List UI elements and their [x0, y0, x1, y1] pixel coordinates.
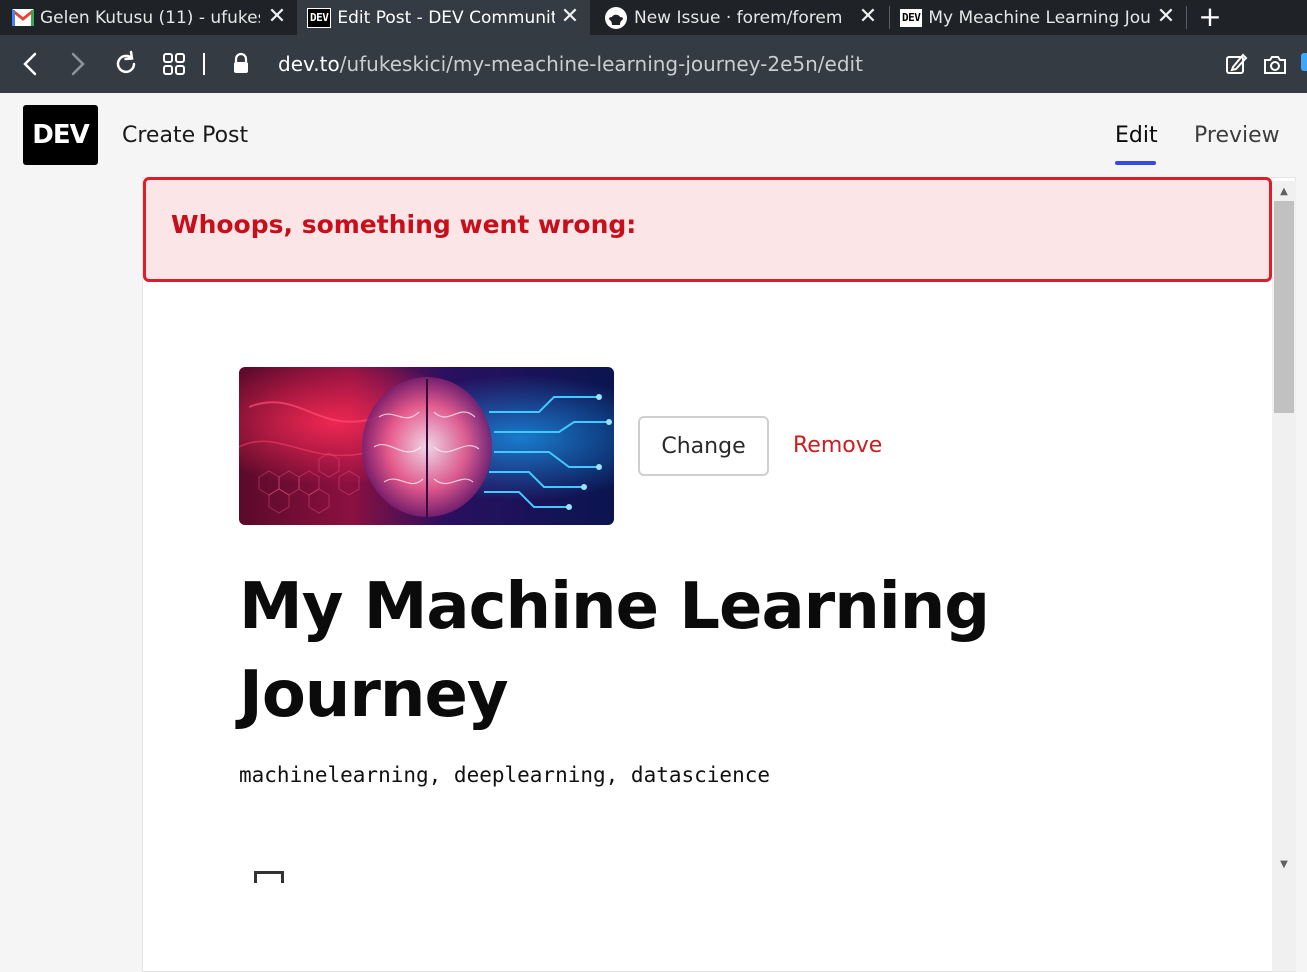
address-bar-url[interactable]: dev.to/ufukeskici/my-meachine-learning-j…	[278, 52, 863, 76]
gmail-icon	[12, 9, 34, 26]
lock-icon[interactable]	[226, 49, 256, 79]
browser-tab-title: My Meachine Learning Journ	[928, 7, 1151, 28]
page-title: Create Post	[122, 123, 249, 148]
active-tab-indicator	[1115, 161, 1156, 165]
dev-logo[interactable]: DEV	[23, 105, 98, 165]
cover-image	[239, 367, 614, 525]
scroll-up-icon[interactable]: ▲	[1274, 185, 1294, 199]
dev-icon: DEV	[307, 7, 332, 28]
reload-icon[interactable]	[111, 49, 141, 79]
tab-edit[interactable]: Edit	[1115, 123, 1158, 148]
browser-tab-title: Edit Post - DEV Community	[337, 7, 556, 28]
tab-separator	[1186, 6, 1187, 29]
error-message: Whoops, something went wrong:	[171, 210, 637, 239]
close-tab-icon[interactable]: ✕	[267, 6, 287, 28]
scroll-down-icon[interactable]: ▼	[1274, 858, 1294, 872]
browser-tab-edit-post[interactable]: DEV Edit Post - DEV Community ✕	[297, 0, 590, 35]
url-host: dev.to	[278, 52, 340, 76]
camera-icon[interactable]	[1260, 49, 1290, 79]
dev-icon: DEV	[900, 8, 923, 27]
editor-toolbar-icon[interactable]	[254, 871, 284, 883]
error-alert: Whoops, something went wrong:	[143, 177, 1272, 282]
extension-icon[interactable]	[1301, 53, 1307, 71]
browser-tab-title: New Issue · forem/forem	[634, 7, 843, 28]
browser-tab-github[interactable]: New Issue · forem/forem ✕	[590, 0, 888, 35]
browser-tab-title: Gelen Kutusu (11) - ufukeski	[40, 7, 260, 28]
edit-page-icon[interactable]	[1221, 49, 1251, 79]
editor-header: DEV Create Post Edit Preview	[0, 93, 1307, 177]
browser-toolbar: dev.to/ufukeskici/my-meachine-learning-j…	[0, 35, 1307, 93]
tab-preview[interactable]: Preview	[1194, 123, 1280, 148]
page-content: DEV Create Post Edit Preview ▲ ▼ Whoops,…	[0, 93, 1307, 972]
browser-tab-gmail[interactable]: Gelen Kutusu (11) - ufukeski ✕	[0, 0, 297, 35]
post-title-input[interactable]: My Machine Learning Journey	[239, 563, 1119, 739]
close-tab-icon[interactable]: ✕	[858, 6, 878, 28]
close-tab-icon[interactable]: ✕	[1156, 6, 1176, 28]
back-icon[interactable]	[16, 49, 46, 79]
github-icon	[604, 6, 628, 30]
toolbar-divider	[203, 53, 205, 75]
browser-tab-my-journey[interactable]: DEV My Meachine Learning Journ ✕	[890, 0, 1186, 35]
new-tab-button[interactable]: +	[1195, 0, 1225, 35]
browser-tab-strip: Gelen Kutusu (11) - ufukeski ✕ DEV Edit …	[0, 0, 1307, 35]
forward-icon[interactable]	[62, 49, 92, 79]
post-tags-input[interactable]: machinelearning, deeplearning, datascien…	[239, 763, 770, 787]
speed-dial-icon[interactable]	[159, 49, 189, 79]
remove-cover-button[interactable]: Remove	[793, 433, 882, 458]
url-path: /ufukeskici/my-meachine-learning-journey…	[339, 52, 863, 76]
change-cover-button[interactable]: Change	[638, 416, 769, 476]
scrollbar-thumb[interactable]	[1274, 201, 1294, 413]
close-tab-icon[interactable]: ✕	[560, 6, 580, 28]
